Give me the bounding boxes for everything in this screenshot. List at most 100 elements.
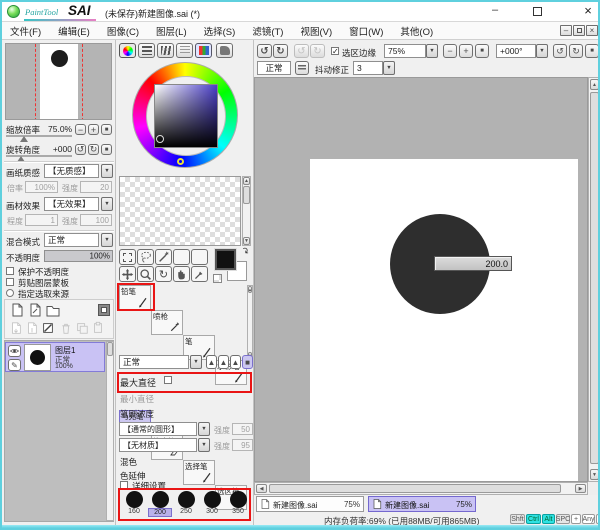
paper-effect-select[interactable]: 【无效果】 [44, 197, 99, 211]
size-preset-350[interactable]: 350 [226, 491, 250, 519]
tool-slot-empty-2[interactable] [191, 249, 208, 265]
delete-layer-icon[interactable] [59, 321, 73, 335]
paper-texture-dropdown-button[interactable]: ▼ [101, 164, 113, 178]
paste-layer-icon[interactable] [91, 321, 105, 335]
navigator-preview[interactable] [5, 43, 112, 120]
color-mixer-toggle[interactable] [176, 43, 193, 58]
layer-visibility-toggle[interactable] [8, 345, 21, 357]
new-layer-icon[interactable] [9, 302, 25, 318]
foreground-color-swatch[interactable] [215, 249, 236, 270]
copy-layer-icon[interactable] [75, 321, 89, 335]
view-rotate-cw-button[interactable]: ↻ [569, 44, 583, 58]
canvas-scroll-left[interactable]: ◀ [256, 484, 267, 493]
reselect-button[interactable]: ↻ [310, 44, 325, 58]
layer-list-scrollbar-thumb[interactable] [107, 342, 113, 356]
advanced-settings-checkbox[interactable] [120, 481, 128, 489]
canvas-scroll-down[interactable]: ▼ [590, 469, 599, 480]
edge-shape-select[interactable]: 【通常的圆形】 [119, 422, 197, 436]
mdi-close-button[interactable]: × [586, 25, 598, 36]
transparent-color-button[interactable] [213, 274, 222, 283]
menu-select[interactable]: 选择(S) [204, 24, 236, 38]
brush-airbrush[interactable]: 喷枪 [151, 310, 183, 335]
minimize-button[interactable]: – [486, 4, 504, 19]
paper-texture-select[interactable]: 【无质感】 [44, 164, 99, 178]
scratchpad-scrollbar[interactable]: ▲ ▼ [242, 176, 251, 246]
zoom-reset-button[interactable]: ■ [101, 124, 112, 135]
paper-effect-dropdown-button[interactable]: ▼ [101, 197, 113, 211]
brush-grid-scroll-up[interactable]: ▲ [248, 286, 252, 293]
view-zoom-select[interactable]: 75% [384, 44, 426, 58]
zoom-out-button[interactable]: − [75, 124, 86, 135]
selection-edge-checkbox[interactable]: ✓ [331, 47, 339, 55]
transfer-down-icon[interactable] [9, 321, 23, 335]
layer-blend-dropdown-button[interactable]: ▼ [101, 233, 113, 247]
nav-zoom-slider[interactable] [6, 135, 72, 137]
new-linework-layer-icon[interactable] [27, 302, 43, 318]
layer-opacity-slider[interactable]: 100% [44, 250, 113, 262]
view-zoom-in-button[interactable]: + [459, 44, 473, 58]
canvas-vscrollbar[interactable]: ▲ ▼ [588, 77, 600, 482]
hand-tool[interactable] [173, 266, 190, 282]
brush-pencil[interactable]: 铅笔 [119, 285, 151, 310]
canvas-viewport[interactable]: 200.0 [254, 77, 588, 482]
brush-mode-select[interactable]: 正常 [119, 355, 189, 369]
menu-filter[interactable]: 滤镜(T) [252, 24, 283, 38]
view-zoom-reset-button[interactable]: ■ [475, 44, 489, 58]
deselect-button[interactable]: ↺ [294, 44, 309, 58]
size-preset-300[interactable]: 300 [200, 491, 224, 519]
canvas-hscrollbar[interactable]: ◀ ▶ [254, 482, 588, 495]
view-zoom-out-button[interactable]: − [443, 44, 457, 58]
layer-blend-select[interactable]: 正常 [44, 233, 99, 247]
swatches-toggle[interactable] [195, 43, 212, 58]
rgb-sliders-toggle[interactable] [138, 43, 155, 58]
mdi-restore-button[interactable] [573, 25, 585, 36]
view-zoom-dropdown-button[interactable]: ▼ [426, 44, 438, 58]
brush-mode-dropdown-button[interactable]: ▼ [190, 355, 202, 369]
size-preset-160[interactable]: 160 [122, 491, 146, 519]
view-rotate-ccw-button[interactable]: ↺ [553, 44, 567, 58]
canvas-hscrollbar-thumb[interactable] [269, 484, 561, 493]
menu-view[interactable]: 视图(V) [300, 24, 332, 38]
document-tab-2-active[interactable]: 新建图像.sai 75% [368, 496, 476, 512]
rotate-ccw-button[interactable]: ↺ [75, 144, 86, 155]
new-folder-icon[interactable] [45, 302, 61, 318]
color-wheel-toggle[interactable] [119, 43, 136, 58]
stabilizer-dropdown-button[interactable]: ▼ [383, 61, 395, 75]
view-rotate-reset-button[interactable]: ■ [585, 44, 599, 58]
layer-list-scrollbar[interactable] [106, 341, 114, 521]
eyedropper-tool[interactable] [191, 266, 208, 282]
zoom-tool[interactable] [137, 266, 154, 282]
menu-edit[interactable]: 编辑(E) [58, 24, 90, 38]
rotate-cw-button[interactable]: ↻ [88, 144, 99, 155]
paint-mode-extra-button[interactable] [295, 61, 309, 75]
canvas-vscrollbar-thumb[interactable] [590, 92, 599, 464]
document-tab-1[interactable]: 新建图像.sai 75% [256, 496, 364, 512]
close-button[interactable]: × [579, 3, 597, 19]
protect-opacity-checkbox[interactable] [6, 267, 14, 275]
brush-texture-dropdown-button[interactable]: ▼ [198, 438, 210, 452]
zoom-in-button[interactable]: + [88, 124, 99, 135]
mdi-minimize-button[interactable]: – [560, 25, 572, 36]
view-angle-select[interactable]: +000° [496, 44, 536, 58]
scratchpad-scroll-down[interactable]: ▼ [243, 237, 250, 245]
menu-window[interactable]: 窗口(W) [349, 24, 383, 38]
size-preset-250[interactable]: 250 [174, 491, 198, 519]
view-angle-dropdown-button[interactable]: ▼ [536, 44, 548, 58]
hsv-sliders-toggle[interactable] [157, 43, 174, 58]
menu-layer[interactable]: 图层(L) [156, 24, 187, 38]
scratchpad-toggle[interactable] [216, 43, 233, 58]
tip-shape-1-button[interactable]: ▲ [206, 355, 217, 369]
size-preset-200-selected[interactable]: 200 [148, 491, 172, 519]
undo-button[interactable]: ↺ [257, 44, 272, 58]
brush-texture-select[interactable]: 【无材质】 [119, 438, 197, 452]
menu-file[interactable]: 文件(F) [10, 24, 41, 38]
menu-others[interactable]: 其他(O) [400, 24, 433, 38]
color-wheel[interactable] [132, 62, 238, 168]
rotate-reset-button[interactable]: ■ [101, 144, 112, 155]
selection-source-radio[interactable] [6, 289, 14, 297]
tool-slot-empty-1[interactable] [173, 249, 190, 265]
canvas-page[interactable]: 200.0 [310, 159, 578, 482]
rect-select-tool[interactable] [119, 249, 136, 265]
paint-mode-select[interactable]: 正常 [257, 61, 291, 75]
tip-shape-4-button-selected[interactable]: ■ [242, 355, 253, 369]
